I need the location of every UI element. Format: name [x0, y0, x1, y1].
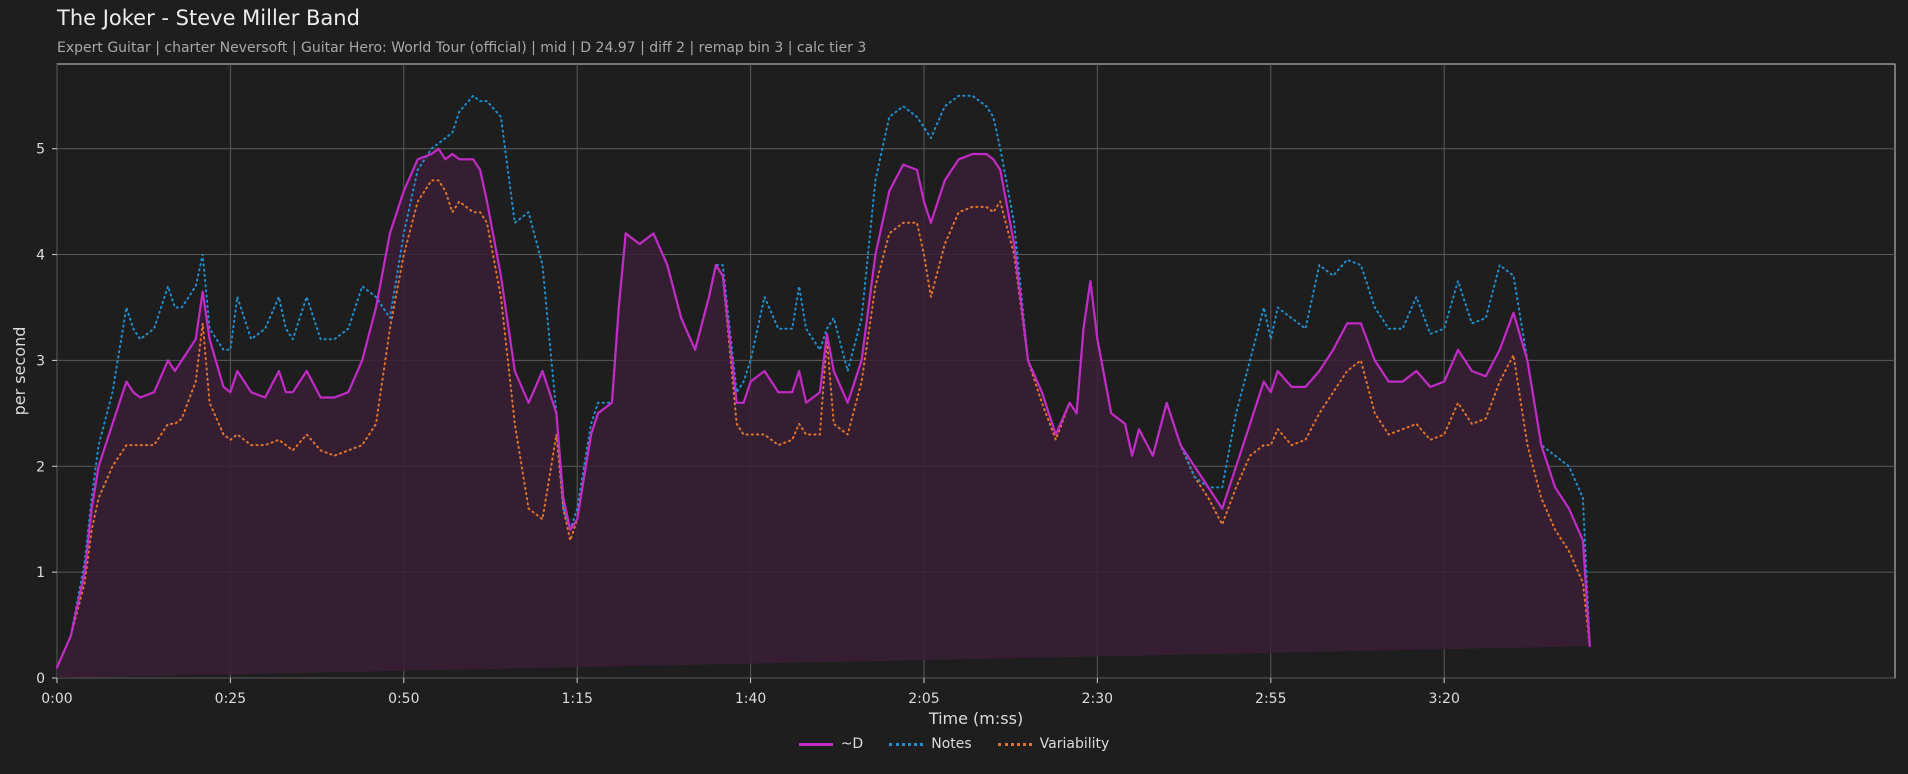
x-tick-label: 0:00 — [41, 691, 72, 707]
y-tick-label: 0 — [36, 671, 45, 687]
legend-swatch-d — [798, 742, 833, 746]
legend-label-notes: Notes — [931, 736, 972, 752]
legend-item-d: ~D — [798, 736, 864, 752]
legend-label-d: ~D — [840, 736, 864, 752]
y-tick-label: 2 — [36, 459, 45, 475]
x-axis: 0:00 0:25 0:50 1:15 1:40 2:05 2:30 2:55 3:20 — [41, 678, 1460, 707]
x-tick-label: 0:50 — [388, 691, 419, 707]
legend-item-notes: Notes — [889, 736, 972, 752]
y-axis: 0 1 2 3 4 5 — [36, 142, 57, 687]
legend-label-variability: Variability — [1039, 736, 1110, 752]
y-tick-label: 5 — [36, 142, 45, 158]
line-chart: 0:00 0:25 0:50 1:15 1:40 2:05 2:30 2:55 3:20 0 1 2… — [10, 63, 1896, 728]
x-tick-label: 1:40 — [735, 691, 766, 707]
y-tick-label: 3 — [36, 353, 45, 369]
x-tick-label: 3:20 — [1428, 691, 1459, 707]
y-tick-label: 1 — [36, 565, 45, 581]
x-tick-label: 2:55 — [1255, 691, 1286, 707]
legend-swatch-notes — [889, 742, 924, 746]
x-tick-label: 2:30 — [1082, 691, 1113, 707]
legend-swatch-variability — [997, 742, 1032, 746]
x-axis-label: Time (m:ss) — [928, 709, 1023, 728]
legend: ~D Notes Variability — [0, 736, 1908, 752]
legend-item-variability: Variability — [997, 736, 1110, 752]
x-tick-label: 2:05 — [908, 691, 939, 707]
x-tick-label: 1:15 — [561, 691, 592, 707]
x-tick-label: 0:25 — [215, 691, 246, 707]
y-axis-label: per second — [10, 327, 29, 416]
y-tick-label: 4 — [36, 248, 45, 264]
